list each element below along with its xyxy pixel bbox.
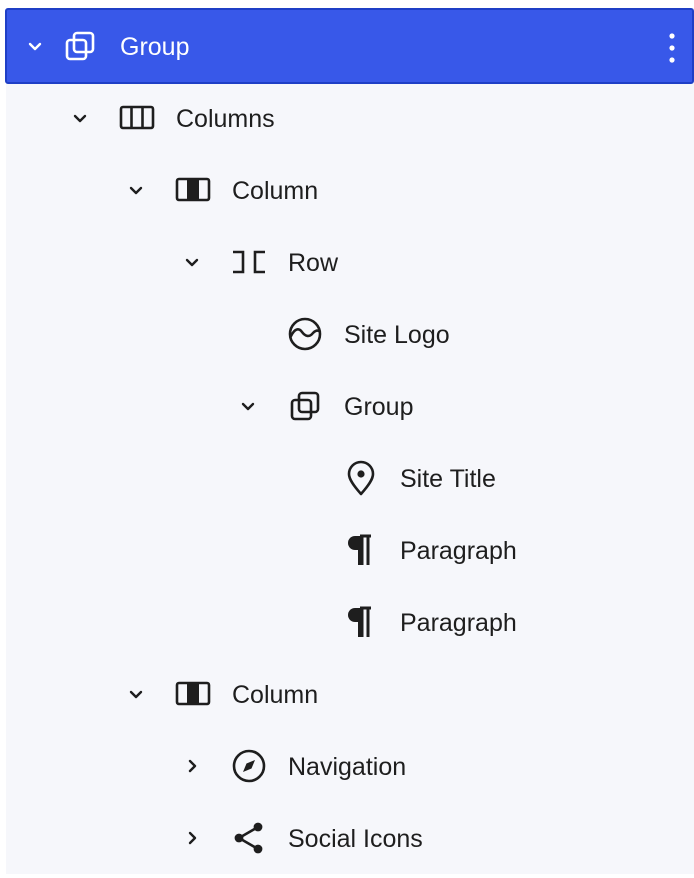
share-icon [229, 818, 269, 858]
row-icon [229, 242, 269, 282]
chevron-down-icon[interactable] [68, 106, 92, 130]
list-item-label: Column [232, 681, 319, 709]
group-icon [60, 26, 100, 66]
paragraph-icon [341, 530, 381, 570]
list-item-label: Row [288, 249, 339, 277]
list-item-label: Paragraph [400, 609, 517, 637]
list-item-label: Group [120, 33, 190, 61]
chevron-down-icon[interactable] [23, 34, 47, 58]
list-item-label: Paragraph [400, 537, 517, 565]
map-pin-icon [341, 458, 381, 498]
columns-icon [117, 98, 157, 138]
list-item-column[interactable]: Column [6, 156, 694, 228]
list-item-label: Site Logo [344, 321, 450, 349]
list-item-label: Columns [176, 105, 275, 133]
list-item-paragraph[interactable]: Paragraph [6, 516, 694, 588]
chevron-down-icon[interactable] [124, 178, 148, 202]
list-item-row[interactable]: Row [6, 228, 694, 300]
list-item-label: Navigation [288, 753, 407, 781]
navigation-icon [229, 746, 269, 786]
paragraph-icon [341, 602, 381, 642]
list-item-group-selected[interactable]: Group [5, 8, 694, 84]
list-item-site-logo[interactable]: Site Logo [6, 300, 694, 372]
list-item-paragraph[interactable]: Paragraph [6, 588, 694, 660]
list-item-label: Column [232, 177, 319, 205]
list-item-label: Site Title [400, 465, 496, 493]
list-item-label: Group [344, 393, 414, 421]
list-item-site-title[interactable]: Site Title [6, 444, 694, 516]
list-item-group[interactable]: Group [6, 372, 694, 444]
more-options-icon[interactable] [660, 28, 684, 68]
site-logo-icon [285, 314, 325, 354]
chevron-right-icon[interactable] [180, 826, 204, 850]
chevron-right-icon[interactable] [180, 754, 204, 778]
list-item-columns[interactable]: Columns [6, 84, 694, 156]
chevron-down-icon[interactable] [236, 394, 260, 418]
list-item-label: Social Icons [288, 825, 423, 853]
chevron-down-icon[interactable] [124, 682, 148, 706]
list-item-navigation[interactable]: Navigation [6, 732, 694, 804]
column-icon [173, 170, 213, 210]
column-icon [173, 674, 213, 714]
chevron-down-icon[interactable] [180, 250, 204, 274]
list-view-tree: Group Columns Column Row Site Logo Group… [5, 8, 694, 876]
list-item-social-icons[interactable]: Social Icons [6, 804, 694, 876]
list-item-column[interactable]: Column [6, 660, 694, 732]
group-icon [285, 386, 325, 426]
